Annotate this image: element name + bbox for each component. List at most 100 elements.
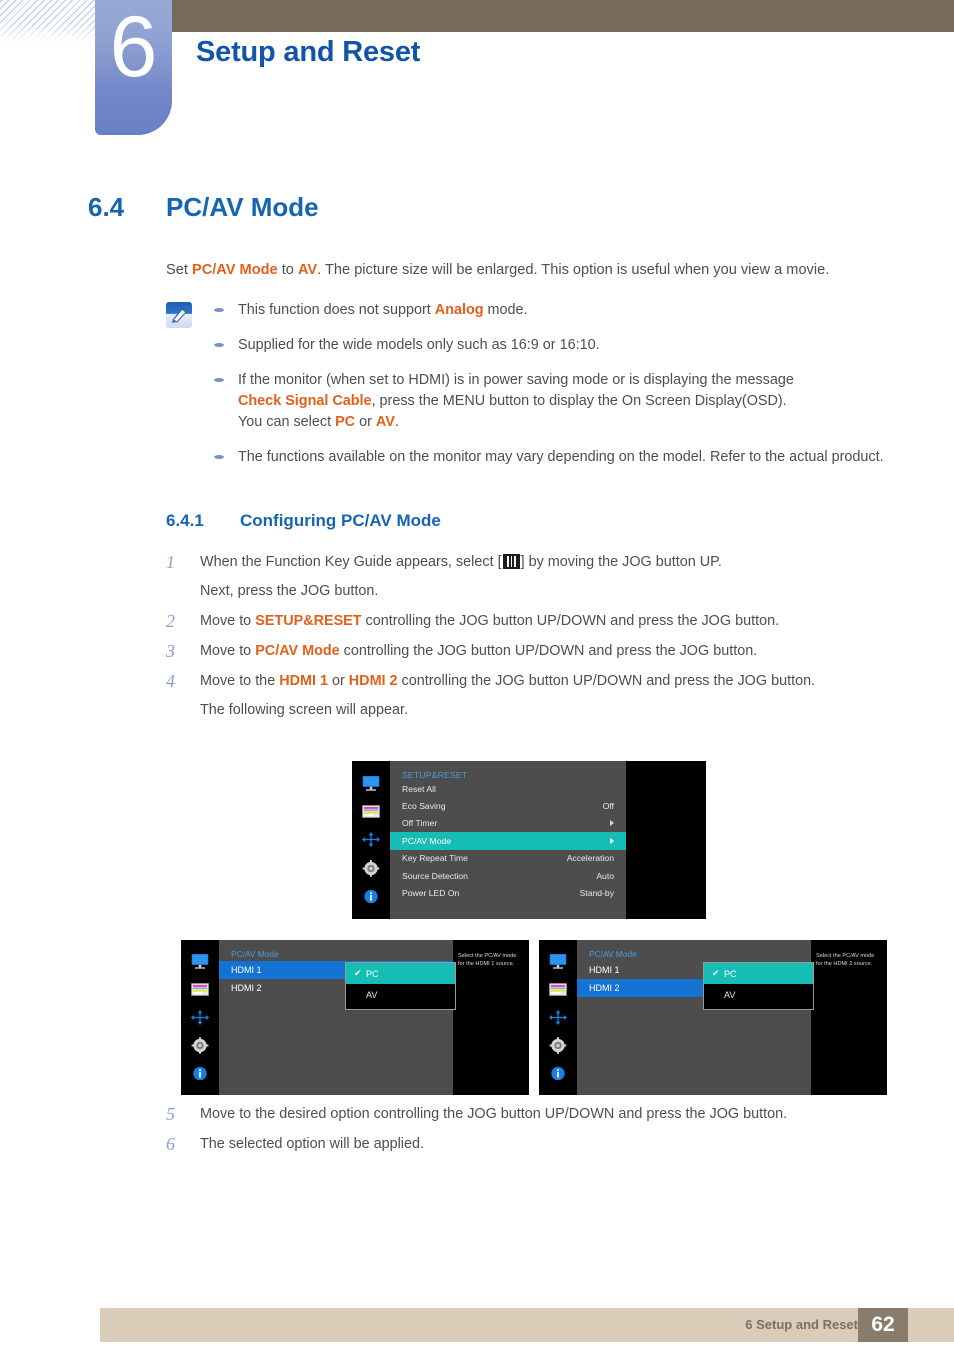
step-highlight: HDMI 2 — [348, 673, 398, 689]
note-text-part: If the monitor (when set to HDMI) is in … — [238, 372, 794, 388]
menu-item-value: Stand-by — [579, 888, 614, 899]
note-text: The functions available on the monitor m… — [238, 449, 884, 465]
intro-text-2: to — [277, 262, 298, 278]
intro-paragraph: Set PC/AV Mode to AV. The picture size w… — [166, 260, 884, 280]
note-block: This function does not support Analog mo… — [166, 300, 886, 468]
submenu-item-label: HDMI 2 — [589, 983, 620, 993]
step-text-part: Move to — [200, 643, 256, 659]
osd-submenu-panel: PC/AV Mode HDMI 1 HDMI 2 ✔ PC AV — [219, 940, 456, 1095]
menu-item-reset-all[interactable]: Reset All — [390, 780, 626, 797]
step-highlight: PC/AV Mode — [255, 643, 340, 659]
osd-right-blank-area — [626, 761, 706, 919]
arrows-move-icon — [190, 1009, 210, 1025]
subsection-number: 6.4.1 — [166, 511, 204, 530]
step-text: The selected option will be applied. — [200, 1136, 424, 1152]
subsection-title: Configuring PC/AV Mode — [240, 511, 441, 530]
note-text: If the monitor (when set to HDMI) is in … — [238, 370, 794, 433]
info-icon — [193, 1066, 207, 1080]
note-text-part: mode. — [483, 302, 528, 318]
menu-item-value: Auto — [596, 870, 614, 881]
step-line: When the Function Key Guide appears, sel… — [200, 552, 886, 573]
step-text: When the Function Key Guide appears, sel… — [200, 552, 886, 602]
step-text-part: controlling the JOG button UP/DOWN and p… — [339, 643, 758, 659]
osd-menu-title: SETUP&RESET — [402, 770, 468, 780]
gear-icon — [549, 1036, 567, 1054]
menu-item-power-led-on[interactable]: Power LED On Stand-by — [390, 884, 626, 901]
check-icon: ✔ — [712, 968, 720, 978]
submenu-item-label: HDMI 2 — [231, 983, 262, 993]
osd-screenshot-setup-reset: SETUP&RESET Reset All Eco Saving Off Off… — [352, 761, 706, 919]
osd-icon-rail — [352, 761, 390, 919]
list-item: 1 When the Function Key Guide appears, s… — [166, 552, 886, 602]
decorative-hatch-pattern — [0, 0, 95, 42]
menu-item-label: Power LED On — [402, 888, 460, 899]
option-av[interactable]: AV — [346, 984, 455, 1005]
menu-item-pc-av-mode[interactable]: PC/AV Mode — [390, 832, 626, 850]
bullet-icon — [214, 343, 224, 347]
step-highlight: SETUP&RESET — [255, 613, 362, 629]
picture-icon — [191, 983, 209, 996]
step-number: 5 — [166, 1104, 175, 1124]
header-brown-bar — [172, 0, 954, 32]
menu-item-source-detection[interactable]: Source Detection Auto — [390, 867, 626, 884]
option-av[interactable]: AV — [704, 984, 813, 1005]
note-list: This function does not support Analog mo… — [214, 300, 886, 468]
chevron-right-icon — [610, 820, 614, 827]
step-number: 6 — [166, 1134, 175, 1154]
menu-item-value: Off — [602, 801, 614, 812]
chapter-number: 6 — [109, 0, 158, 95]
check-icon: ✔ — [354, 968, 362, 978]
bullet-icon — [214, 378, 224, 382]
note-highlight: PC — [335, 414, 356, 430]
menu-item-label: Eco Saving — [402, 801, 446, 812]
intro-text-3: . The picture size will be enlarged. Thi… — [317, 262, 830, 278]
bullet-icon — [214, 308, 224, 312]
step-text: Move to the HDMI 1 or HDMI 2 controlling… — [200, 671, 886, 721]
menu-item-label: PC/AV Mode — [402, 835, 452, 846]
monitor-icon — [191, 954, 209, 970]
note-highlight: AV — [375, 414, 395, 430]
menu-item-eco-saving[interactable]: Eco Saving Off — [390, 797, 626, 814]
step-number: 4 — [166, 671, 175, 691]
note-highlight: Check Signal Cable — [238, 393, 372, 409]
menu-item-key-repeat-time[interactable]: Key Repeat Time Acceleration — [390, 850, 626, 867]
list-item: 6 The selected option will be applied. — [166, 1134, 886, 1155]
step-text-part: Move to — [200, 613, 256, 629]
option-label: PC — [366, 968, 379, 979]
menu-item-off-timer[interactable]: Off Timer — [390, 815, 626, 832]
menu-item-value: Acceleration — [566, 853, 614, 864]
menu-item-label: Reset All — [402, 783, 436, 794]
osd-screenshot-pcav-hdmi2: PC/AV Mode HDMI 1 HDMI 2 ✔ PC AV Select … — [539, 940, 887, 1095]
picture-icon — [362, 805, 380, 818]
submenu-item-label: HDMI 1 — [231, 965, 262, 975]
step-text-part: ] by moving the JOG button UP. — [520, 554, 722, 570]
bullet-icon — [214, 455, 224, 459]
list-item: 2 Move to SETUP&RESET controlling the JO… — [166, 611, 886, 632]
menu-item-label: Source Detection — [402, 870, 468, 881]
menu-item-label: Key Repeat Time — [402, 853, 468, 864]
step-number: 3 — [166, 641, 175, 661]
intro-text-1: Set — [166, 262, 192, 278]
chapter-title: Setup and Reset — [196, 36, 421, 68]
info-icon — [551, 1066, 565, 1080]
intro-highlight-2: AV — [297, 262, 318, 278]
note-text: Supplied for the wide models only such a… — [238, 337, 600, 353]
intro-highlight-1: PC/AV Mode — [191, 262, 278, 278]
option-label: PC — [724, 968, 737, 979]
option-pc[interactable]: ✔ PC — [704, 963, 813, 984]
step-line: Move to the HDMI 1 or HDMI 2 controlling… — [200, 671, 886, 692]
gear-icon — [191, 1036, 209, 1054]
list-item: The functions available on the monitor m… — [214, 447, 886, 468]
steps-list-upper: 1 When the Function Key Guide appears, s… — [166, 552, 886, 730]
osd-submenu-title: PC/AV Mode — [589, 949, 637, 959]
note-text-part: , press the MENU button to display the O… — [371, 393, 787, 409]
list-item: 4 Move to the HDMI 1 or HDMI 2 controlli… — [166, 671, 886, 721]
page-title: PC/AV Mode — [166, 192, 319, 222]
subsection-heading: 6.4.1 Configuring PC/AV Mode — [166, 511, 441, 531]
monitor-icon — [362, 775, 380, 791]
picture-icon — [549, 983, 567, 996]
note-text-part: . — [394, 414, 399, 430]
option-pc[interactable]: ✔ PC — [346, 963, 455, 984]
submenu-item-label: HDMI 1 — [589, 965, 620, 975]
step-number: 2 — [166, 611, 175, 631]
